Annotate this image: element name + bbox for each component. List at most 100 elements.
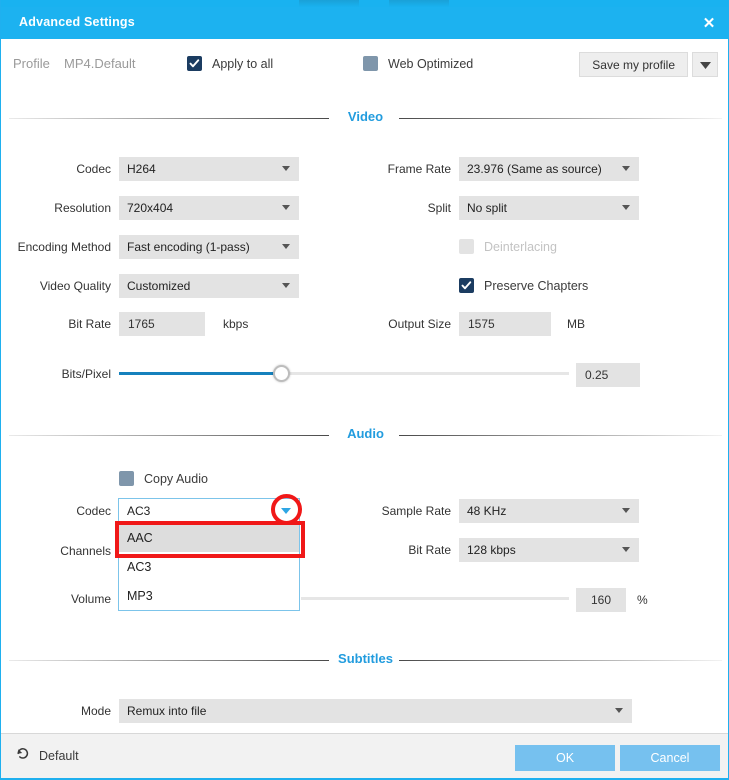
video-output-size-input[interactable]: 1575 (459, 312, 551, 336)
bits-per-pixel-value: 0.25 (585, 368, 609, 382)
window-top-strip (1, 0, 728, 7)
video-codec-select[interactable]: H264 (119, 157, 299, 181)
chevron-down-icon (282, 205, 290, 210)
audio-volume-input[interactable]: 160 (576, 588, 626, 612)
audio-volume-label: Volume (70, 592, 111, 606)
cancel-button-label: Cancel (650, 751, 690, 765)
audio-bitrate-label: Bit Rate (408, 543, 451, 557)
chevron-down-icon (622, 508, 630, 513)
preserve-chapters-checkbox[interactable]: Preserve Chapters (459, 278, 588, 293)
video-encoding-method-label: Encoding Method (17, 240, 111, 254)
save-my-profile-label: Save my profile (592, 57, 675, 72)
video-bitrate-input[interactable]: 1765 (119, 312, 205, 336)
web-optimized-label: Web Optimized (388, 56, 474, 71)
slider-track (301, 597, 569, 600)
audio-codec-option-aac[interactable]: AAC (119, 523, 299, 552)
video-codec-value: H264 (127, 162, 156, 176)
save-my-profile-button[interactable]: Save my profile (579, 52, 688, 77)
default-button[interactable]: Default (15, 746, 79, 766)
video-output-size-label: Output Size (388, 317, 451, 331)
video-quality-value: Customized (127, 279, 191, 293)
video-bitrate-value: 1765 (128, 317, 155, 331)
title-bar: Advanced Settings ✕ (1, 7, 728, 39)
audio-sample-rate-select[interactable]: 48 KHz (459, 499, 639, 523)
web-optimized-checkbox[interactable]: Web Optimized (363, 56, 473, 71)
chevron-down-icon (622, 166, 630, 171)
audio-codec-option-mp3[interactable]: MP3 (119, 581, 299, 610)
chevron-down-icon (622, 205, 630, 210)
chevron-down-icon (622, 547, 630, 552)
bits-per-pixel-label: Bits/Pixel (61, 367, 111, 381)
audio-volume-value: 160 (590, 593, 612, 607)
slider-thumb[interactable] (272, 365, 290, 382)
audio-volume-slider[interactable] (301, 589, 569, 607)
video-resolution-select[interactable]: 720x404 (119, 196, 299, 220)
audio-section-divider: Audio (1, 425, 728, 445)
video-framerate-label: Frame Rate (387, 162, 451, 176)
undo-arrow-icon (15, 746, 30, 766)
copy-audio-label: Copy Audio (144, 471, 208, 486)
subtitles-mode-value: Remux into file (127, 704, 207, 718)
ok-button-label: OK (555, 751, 575, 765)
copy-audio-checkbox[interactable]: Copy Audio (119, 471, 208, 486)
video-split-value: No split (467, 201, 508, 215)
top-strip-artifact-2 (389, 0, 449, 7)
checkbox-unchecked-icon (119, 471, 134, 486)
apply-to-all-checkbox[interactable]: Apply to all (187, 56, 273, 71)
audio-codec-caret[interactable] (281, 508, 291, 514)
window-title: Advanced Settings (19, 15, 135, 29)
advanced-settings-dialog: Advanced Settings ✕ Profile MP4.Default … (0, 0, 729, 780)
video-resolution-label: Resolution (54, 201, 111, 215)
default-button-label: Default (39, 749, 79, 763)
profile-value: MP4.Default (64, 56, 136, 71)
audio-sample-rate-value: 48 KHz (467, 504, 507, 518)
close-icon[interactable]: ✕ (698, 12, 720, 34)
video-bitrate-unit: kbps (223, 317, 249, 331)
video-framerate-select[interactable]: 23.976 (Same as source) (459, 157, 639, 181)
subtitles-mode-label: Mode (80, 704, 111, 718)
audio-bitrate-value: 128 kbps (467, 543, 516, 557)
video-encoding-method-select[interactable]: Fast encoding (1-pass) (119, 235, 299, 259)
audio-codec-select[interactable]: AC3 (118, 498, 300, 523)
audio-volume-unit: % (637, 593, 648, 607)
chevron-down-icon (699, 56, 711, 74)
checkbox-checked-icon (459, 278, 474, 293)
audio-codec-dropdown-list: AAC AC3 MP3 (118, 523, 300, 611)
subtitles-section-divider: Subtitles (1, 650, 728, 670)
video-framerate-value: 23.976 (Same as source) (467, 162, 602, 176)
slider-fill (119, 372, 281, 375)
video-split-label: Split (427, 201, 451, 215)
checkbox-checked-icon (187, 56, 202, 71)
audio-sample-rate-label: Sample Rate (381, 504, 451, 518)
video-section-divider: Video (1, 108, 728, 128)
checkbox-unchecked-icon (363, 56, 378, 71)
video-output-size-value: 1575 (468, 317, 495, 331)
chevron-down-icon (282, 166, 290, 171)
deinterlacing-checkbox: Deinterlacing (459, 239, 557, 254)
chevron-down-icon (282, 283, 290, 288)
profile-label: Profile (13, 56, 50, 71)
video-codec-label: Codec (76, 162, 111, 176)
save-profile-dropdown-button[interactable] (692, 52, 718, 77)
ok-button[interactable]: OK (515, 745, 615, 771)
video-quality-select[interactable]: Customized (119, 274, 299, 298)
audio-section-title: Audio (347, 426, 384, 441)
audio-bitrate-select[interactable]: 128 kbps (459, 538, 639, 562)
subtitles-mode-select[interactable]: Remux into file (119, 699, 632, 723)
video-bitrate-label: Bit Rate (68, 317, 111, 331)
cancel-button[interactable]: Cancel (620, 745, 720, 771)
deinterlacing-label: Deinterlacing (484, 239, 557, 254)
bits-per-pixel-slider[interactable] (119, 364, 569, 382)
video-resolution-value: 720x404 (127, 201, 174, 215)
audio-codec-label: Codec (76, 504, 111, 518)
audio-codec-option-ac3[interactable]: AC3 (119, 552, 299, 581)
audio-channels-label: Channels (60, 544, 111, 558)
checkbox-unchecked-disabled-icon (459, 239, 474, 254)
bits-per-pixel-input[interactable]: 0.25 (576, 363, 640, 387)
video-section-title: Video (347, 109, 384, 124)
chevron-down-icon (282, 244, 290, 249)
audio-codec-value: AC3 (127, 503, 151, 518)
video-split-select[interactable]: No split (459, 196, 639, 220)
dialog-footer: Default OK Cancel (1, 734, 728, 778)
video-output-size-unit: MB (567, 317, 585, 331)
